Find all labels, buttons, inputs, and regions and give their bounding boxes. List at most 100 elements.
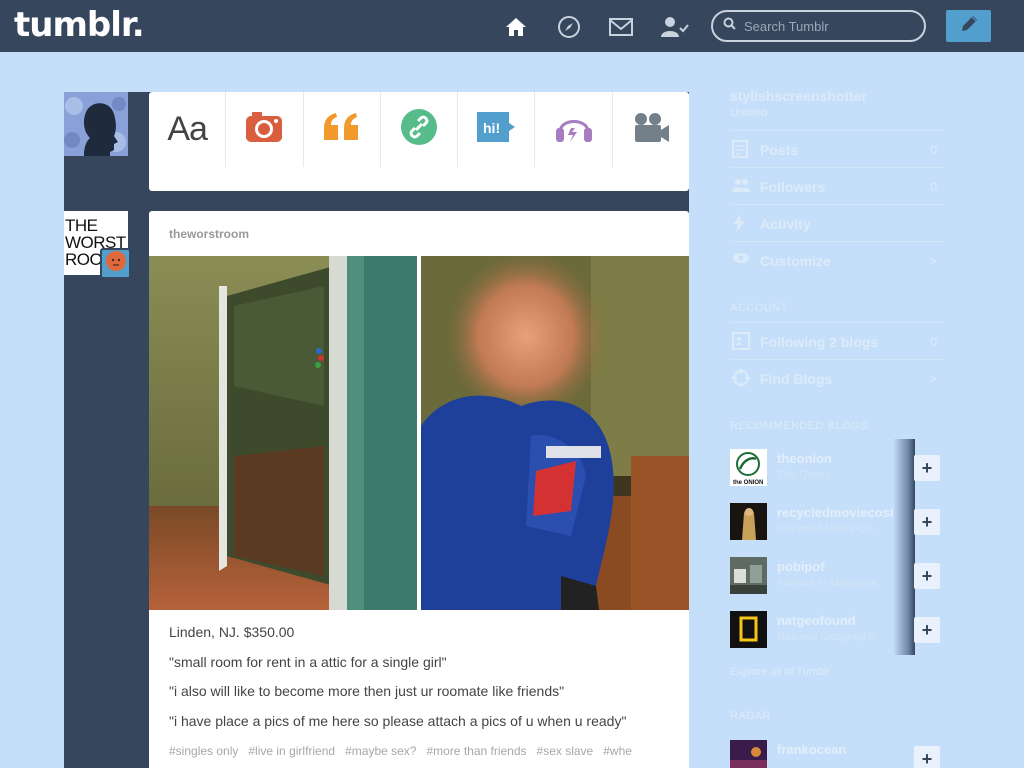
video-post-button[interactable]	[613, 92, 689, 167]
pencil-icon	[959, 14, 979, 39]
audio-post-button[interactable]	[535, 92, 613, 167]
post-type-bar: Aa hi!	[149, 92, 689, 191]
tag-link[interactable]: #live in girlfriend	[248, 744, 335, 758]
svg-text:hi!: hi!	[483, 120, 500, 136]
recommended-heading: RECOMMENDED BLOGS	[730, 420, 869, 432]
sidebar-item-label: Find Blogs	[760, 371, 833, 387]
post-body: Linden, NJ. $350.00 "small room for rent…	[169, 624, 674, 742]
text-post-icon: Aa	[167, 110, 208, 148]
recommended-blog-desc: Recycled Movie Co...	[777, 523, 881, 535]
tumblr-logo[interactable]: tumblr.	[14, 5, 145, 45]
sidebar-item-customize[interactable]: Customize >	[730, 241, 945, 278]
recommended-blog-name: pobipof	[777, 559, 825, 574]
edge-shadow	[893, 493, 915, 547]
chat-post-icon: hi!	[475, 110, 517, 149]
search-icon	[723, 17, 736, 35]
audio-post-icon	[554, 110, 594, 149]
photo-post-button[interactable]	[226, 92, 304, 167]
home-icon[interactable]	[503, 14, 529, 40]
post-line: "i have place a pics of me here so pleas…	[169, 712, 627, 729]
post-author-name[interactable]: theworstroom	[169, 227, 249, 241]
follow-button[interactable]: +	[914, 746, 940, 768]
edge-shadow	[893, 601, 915, 655]
follow-button[interactable]: +	[914, 563, 940, 589]
recommended-blog-name: natgeofound	[777, 613, 856, 628]
find-blogs-icon	[732, 369, 750, 387]
sidebar-item-following[interactable]: Following 2 blogs 0	[730, 322, 945, 359]
compass-icon[interactable]	[556, 14, 582, 40]
video-post-icon	[631, 110, 671, 149]
quote-post-icon	[322, 112, 362, 147]
posts-icon	[732, 140, 750, 158]
photo-post-icon	[244, 110, 284, 149]
radar-heading: RADAR	[730, 710, 772, 722]
follow-button[interactable]: +	[914, 455, 940, 481]
text-post-button[interactable]: Aa	[149, 92, 227, 167]
radar-blog[interactable]: frankocean +	[730, 740, 945, 768]
tag-link[interactable]: #singles only	[169, 744, 238, 758]
post-card: theworstroom Linden, NJ. $350.00 "small …	[149, 211, 689, 768]
recommended-blog-desc: The Onion	[777, 469, 829, 481]
sidebar-blog-subtitle: Untitled	[730, 107, 768, 119]
sidebar-item-count: 0	[930, 335, 937, 349]
sidebar-item-find-blogs[interactable]: Find Blogs >	[730, 359, 945, 396]
frankocean-avatar	[730, 740, 767, 768]
post-line: Linden, NJ. $350.00	[169, 624, 295, 640]
recycledmoviecostumes-avatar	[730, 503, 767, 540]
sidebar-item-activity[interactable]: Activity	[730, 204, 945, 241]
pobipof-avatar	[730, 557, 767, 594]
link-post-icon	[400, 108, 438, 151]
tag-link[interactable]: #maybe sex?	[345, 744, 416, 758]
sidebar-item-label: Customize	[760, 253, 831, 269]
account-icon[interactable]	[660, 14, 690, 40]
search-input[interactable]	[744, 18, 914, 34]
sidebar-item-followers[interactable]: Followers 0	[730, 167, 945, 204]
follow-button[interactable]: +	[914, 617, 940, 643]
theonion-avatar: the ONION	[730, 449, 767, 486]
post-photo-selfie[interactable]	[421, 256, 689, 610]
quote-post-button[interactable]	[304, 92, 381, 167]
svg-text:the ONION: the ONION	[733, 480, 763, 486]
mail-icon[interactable]	[608, 14, 634, 40]
post-line: "i also will like to become more then ju…	[169, 683, 565, 699]
account-heading: ACCOUNT	[730, 302, 788, 314]
sidebar-item-count: 0	[930, 180, 937, 194]
post-photo-room[interactable]	[149, 256, 417, 610]
tag-link[interactable]: #sex slave	[537, 744, 594, 758]
follow-button[interactable]: +	[914, 509, 940, 535]
tag-link[interactable]: #more than friends	[426, 744, 526, 758]
sidebar-item-count: 0	[930, 143, 937, 157]
recommended-blog-desc: National Geographic	[777, 631, 878, 643]
face-icon	[105, 250, 127, 277]
post-tags: #singles only #live in girlfriend #maybe s…	[169, 744, 674, 758]
my-avatar[interactable]	[64, 92, 128, 156]
customize-icon	[732, 251, 750, 269]
chat-post-button[interactable]: hi!	[458, 92, 536, 167]
recommended-blog-name: theonion	[777, 451, 832, 466]
top-header: tumblr.	[0, 0, 1024, 52]
edge-shadow	[893, 439, 915, 493]
search-box[interactable]	[711, 10, 926, 42]
edge-shadow	[893, 547, 915, 601]
explore-link[interactable]: Explore all of Tumblr	[730, 666, 830, 678]
natgeofound-avatar	[730, 611, 767, 648]
sidebar-blog-name[interactable]: stylishscreenshotter	[730, 88, 867, 104]
sidebar-item-posts[interactable]: Posts 0	[730, 130, 945, 167]
sidebar-item-count: >	[929, 372, 937, 386]
compose-button[interactable]	[946, 10, 991, 42]
tag-link[interactable]: #whe	[603, 744, 632, 758]
avatar-badge	[100, 248, 131, 279]
sidebar-item-label: Following 2 blogs	[760, 334, 879, 350]
tags-fade	[634, 744, 674, 758]
activity-icon	[732, 214, 750, 232]
recommended-blog[interactable]: natgeofound National Geographic +	[730, 601, 945, 665]
recommended-blog-desc: Fanfare in Magazine	[777, 577, 878, 589]
link-post-button[interactable]	[381, 92, 459, 167]
radar-blog-name: frankocean	[777, 742, 847, 757]
sidebar-item-label: Followers	[760, 179, 826, 195]
sidebar-item-label: Activity	[760, 216, 811, 232]
sidebar-item-label: Posts	[760, 142, 799, 158]
post-line: "small room for rent in a attic for a si…	[169, 653, 447, 670]
following-icon	[732, 332, 750, 350]
right-sidebar: stylishscreenshotter Untitled Posts 0 Fo…	[730, 86, 945, 768]
